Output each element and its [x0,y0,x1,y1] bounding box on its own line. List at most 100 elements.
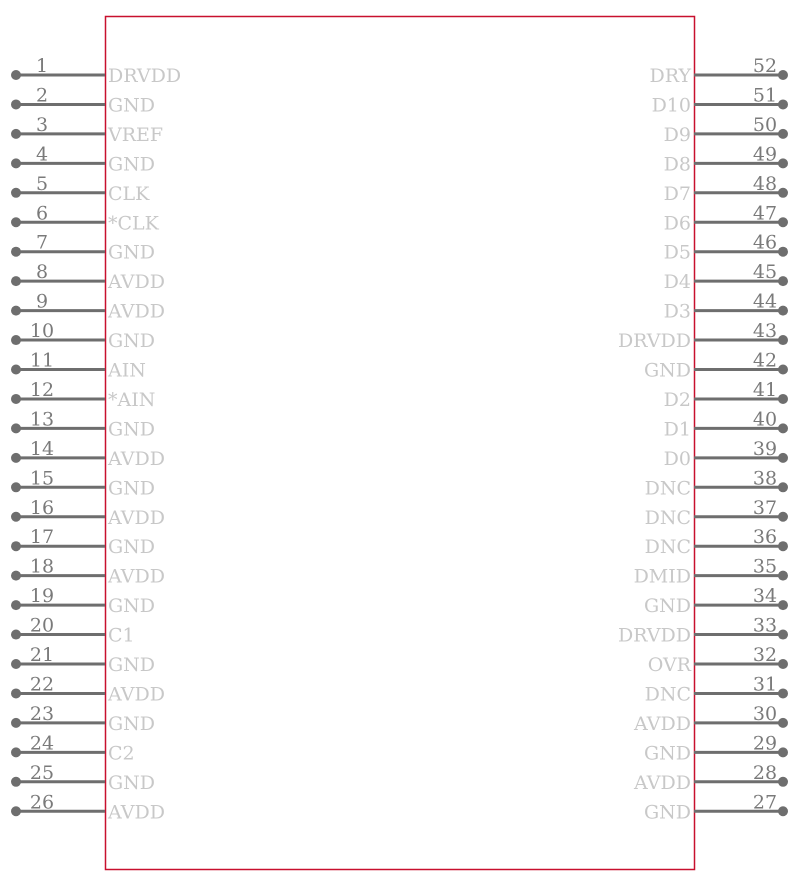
pin-number: 25 [30,762,54,784]
pin-endpoint-dot [11,659,21,669]
pin-name: GND [644,595,691,617]
pin-name: *AIN [108,389,155,411]
pin-endpoint-dot [11,629,21,640]
pin-endpoint-dot [778,806,788,817]
pin-endpoint-dot [778,217,788,228]
pin-number: 39 [753,438,777,460]
pin-name: GND [108,418,155,440]
pin-endpoint-dot [778,659,788,669]
pin-name: DRVDD [618,330,691,352]
pin-number: 45 [753,261,777,283]
pin-endpoint-dot [778,99,788,110]
pin-name: D3 [664,301,691,323]
pin-number: 40 [753,408,777,430]
pin-number: 5 [36,173,48,195]
pin-number: 23 [30,703,54,725]
pin-endpoint-dot [778,570,788,581]
pin-name: AVDD [633,713,691,735]
pin-endpoint-dot [11,776,21,787]
pin-endpoint-dot [778,276,788,287]
pin-endpoint-dot [11,70,21,80]
pin-endpoint-dot [778,305,788,316]
pin-number: 52 [753,55,777,77]
pin-number: 16 [30,497,54,519]
pin-endpoint-dot [778,423,788,434]
pin-number: 1 [36,55,48,77]
pin-number: 6 [36,202,48,224]
pin-endpoint-dot [11,393,21,404]
pin-number: 26 [30,791,54,813]
pin-name: AVDD [633,772,691,794]
schematic-symbol: 1 DRVDD 2 GND 3 VREF 4 GND 5 CLK 6 *CLK 7 GND 8 AVDD 9 AV… [11,15,788,871]
pin-name: D2 [664,389,691,411]
pin-endpoint-dot [11,541,21,552]
pin-endpoint-dot [11,128,21,139]
pin-number: 38 [753,467,777,489]
pin-name: AVDD [107,301,165,323]
pin-endpoint-dot [11,364,21,375]
pin-number: 31 [753,673,777,695]
pin-number: 43 [753,320,777,342]
pin-name: DRVDD [618,625,691,647]
pin-endpoint-dot [11,335,21,346]
pin-endpoint-dot [778,452,788,463]
pin-number: 28 [753,762,777,784]
pin-name: DNC [645,477,691,499]
pin-endpoint-dot [11,806,21,817]
pin-number: 33 [753,615,777,637]
pin-name: GND [108,713,155,735]
pin-name: DNC [645,507,691,529]
pin-name: CLK [108,183,150,205]
pin-number: 34 [753,585,777,607]
pin-name: D0 [664,448,691,470]
pin-endpoint-dot [11,688,21,699]
pin-number: 47 [753,202,777,224]
pin-endpoint-dot [778,541,788,552]
pin-name: DNC [645,536,691,558]
pin-number: 29 [753,732,777,754]
component-body [104,15,696,871]
pin-endpoint-dot [11,276,21,287]
pin-endpoint-dot [11,187,21,198]
pin-endpoint-dot [778,776,788,787]
pin-name: D9 [664,124,691,146]
pin-endpoint-dot [11,482,21,493]
pin-endpoint-dot [778,335,788,346]
pin-number: 27 [753,791,777,813]
pin-name: GND [108,772,155,794]
pin-number: 18 [30,556,54,578]
pin-endpoint-dot [11,305,21,316]
pin-endpoint-dot [778,364,788,375]
pin-number: 22 [30,673,54,695]
pin-number: 46 [753,232,777,254]
pin-name: GND [108,477,155,499]
pin-endpoint-dot [778,747,788,758]
pin-number: 8 [36,261,48,283]
pin-number: 14 [30,438,54,460]
pin-name: AVDD [107,448,165,470]
pin-number: 51 [753,84,777,106]
pin-name: GND [108,654,155,676]
pin-endpoint-dot [11,717,21,728]
pin-number: 4 [36,143,48,165]
pin-number: 7 [36,232,48,254]
pin-name: AVDD [107,271,165,293]
pin-name: C2 [108,742,135,764]
pin-name: DRVDD [108,65,181,87]
pin-name: D6 [664,212,691,234]
pin-name: GND [644,360,691,382]
pin-number: 44 [753,291,777,313]
pin-number: 50 [753,114,777,136]
pin-name: GND [108,595,155,617]
pin-number: 42 [753,350,777,372]
pin-endpoint-dot [11,570,21,581]
pin-name: GND [108,153,155,175]
pin-name: AIN [107,360,146,382]
pin-endpoint-dot [778,128,788,139]
pin-name: DNC [645,683,691,705]
pin-name: GND [644,801,691,823]
pin-name: C1 [108,625,135,647]
pin-endpoint-dot [11,600,21,611]
pin-endpoint-dot [778,511,788,522]
pin-name: AVDD [107,566,165,588]
